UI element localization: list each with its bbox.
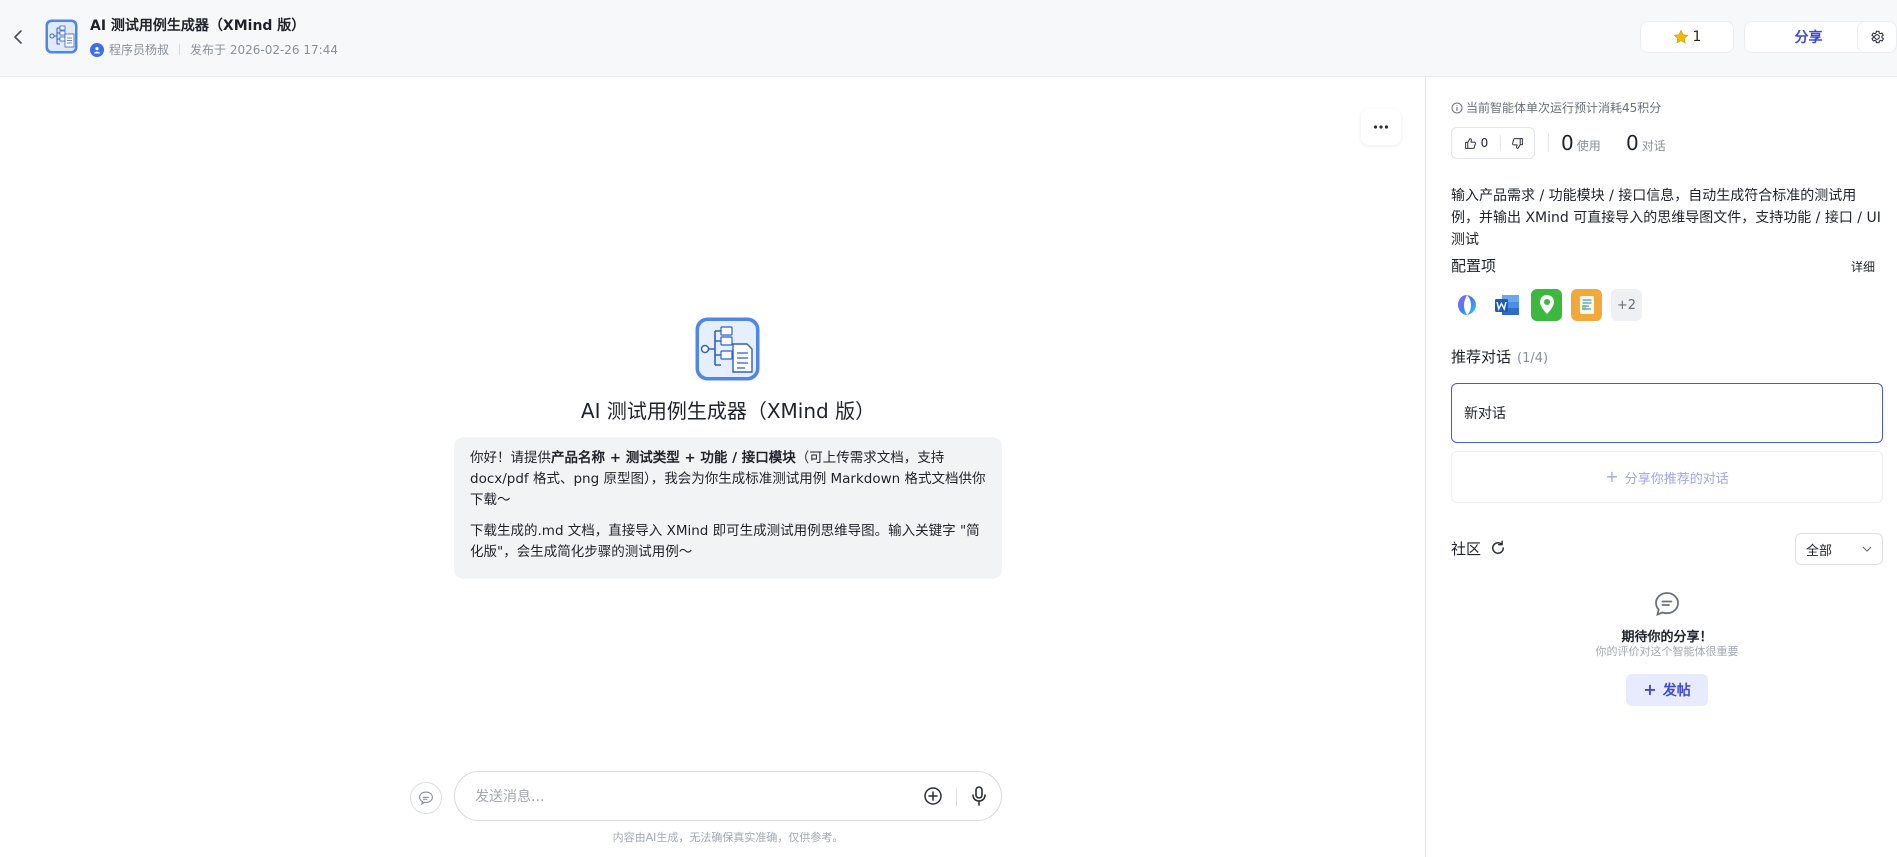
mindmap-document-icon [695, 317, 760, 381]
conversation-label: 对话 [1641, 139, 1666, 153]
share-conversation-button[interactable]: + 分享你推荐的对话 [1451, 451, 1883, 503]
plus-icon: + [1605, 467, 1619, 486]
attach-button[interactable] [923, 786, 943, 806]
share-button[interactable]: 分享 [1744, 21, 1873, 53]
filter-value: 全部 [1806, 543, 1833, 559]
new-post-label: 发帖 [1662, 683, 1691, 699]
more-horizontal-icon [1373, 125, 1389, 129]
community-title: 社区 [1451, 540, 1482, 558]
author-avatar [90, 42, 104, 57]
more-plugins-button[interactable]: +2 [1611, 289, 1642, 321]
plugin-item[interactable] [1451, 289, 1482, 321]
refresh-icon [1492, 540, 1504, 554]
thumbs-down-icon [1512, 137, 1523, 149]
empty-state-subtitle: 你的评价对这个智能体很重要 [1595, 645, 1739, 658]
notes-icon [1579, 296, 1594, 314]
plus-icon: + [1643, 680, 1657, 699]
rating-group: 0 [1451, 127, 1535, 159]
agent-name: AI 测试用例生成器（XMind 版） [580, 399, 876, 423]
chevron-left-icon [14, 30, 22, 44]
comment-icon [1653, 590, 1681, 618]
word-document-icon [1494, 295, 1519, 315]
agent-info-panel: 当前智能体单次运行预计消耗45积分 0 0 使用 0 对话 输入产品需求 / 功… [1425, 77, 1897, 857]
favorite-button[interactable]: 1 [1640, 21, 1734, 53]
like-count: 0 [1480, 136, 1489, 150]
chat-clean-icon [419, 791, 433, 806]
plugin-item[interactable] [1491, 289, 1522, 321]
star-icon [1673, 29, 1688, 44]
mindmap-document-icon [45, 19, 78, 54]
page-title: AI 测试用例生成器（XMind 版） [90, 18, 306, 34]
config-section-title: 配置项 [1451, 257, 1497, 275]
chat-area: AI 测试用例生成器（XMind 版） 你好！请提供产品名称 + 测试类型 + … [0, 77, 1425, 857]
favorite-count: 1 [1692, 29, 1702, 45]
cost-text: 当前智能体单次运行预计消耗45积分 [1466, 101, 1662, 115]
conversation-stat: 0 对话 [1626, 131, 1666, 155]
usage-label: 使用 [1576, 139, 1601, 153]
message-composer [454, 771, 1002, 821]
new-topic-button[interactable] [410, 782, 442, 814]
like-button[interactable]: 0 [1452, 128, 1500, 158]
agent-description: 输入产品需求 / 功能模块 / 接口信息，自动生成符合标准的测试用例，并输出 X… [1451, 188, 1881, 248]
dislike-button[interactable] [1501, 128, 1534, 158]
back-button[interactable] [8, 24, 28, 50]
message-input[interactable] [475, 784, 895, 810]
chevron-down-icon [1862, 546, 1872, 552]
publish-meta: 程序员杨叔 发布于 2026-02-26 17:44 [90, 41, 338, 58]
config-plugin-list: +2 [1451, 289, 1642, 321]
author-name[interactable]: 程序员杨叔 [109, 41, 169, 58]
welcome-message: 你好！请提供产品名称 + 测试类型 + 功能 / 接口模块（可上传需求文档，支持… [454, 437, 1002, 579]
welcome-bold-text: 产品名称 + 测试类型 + 功能 / 接口模块 [551, 450, 796, 466]
welcome-paragraph-1: 你好！请提供产品名称 + 测试类型 + 功能 / 接口模块（可上传需求文档，支持… [470, 448, 986, 511]
recommend-title: 推荐对话 [1451, 348, 1512, 366]
thumbs-up-icon [1464, 137, 1476, 149]
refresh-button[interactable] [1489, 539, 1507, 557]
recommend-section-title: 推荐对话 (1/4) [1451, 346, 1548, 367]
share-conversation-label: 分享你推荐的对话 [1624, 471, 1729, 487]
voice-input-button[interactable] [969, 785, 989, 807]
conversation-count: 0 [1626, 131, 1639, 155]
agent-logo [695, 317, 760, 381]
divider [179, 44, 181, 55]
gear-icon [1871, 30, 1884, 44]
community-filter-select[interactable]: 全部 [1795, 533, 1883, 565]
info-icon [1451, 102, 1463, 113]
recommend-count: (1/4) [1517, 351, 1549, 366]
agent-avatar [45, 19, 78, 54]
publish-date: 发布于 2026-02-26 17:44 [190, 43, 338, 57]
comment-bubble-icon [1655, 592, 1679, 616]
ai-model-icon [1457, 295, 1476, 315]
top-bar: AI 测试用例生成器（XMind 版） 程序员杨叔 发布于 2026-02-26… [0, 0, 1897, 77]
user-icon [94, 46, 100, 53]
usage-count: 0 [1561, 131, 1574, 155]
config-detail-link[interactable]: 详细 [1851, 258, 1875, 275]
plus-circle-icon [924, 787, 942, 805]
cost-notice: 当前智能体单次运行预计消耗45积分 [1451, 99, 1661, 116]
divider [956, 788, 957, 806]
recommended-conversation[interactable]: 新对话 [1451, 383, 1883, 443]
ai-disclaimer: 内容由AI生成，无法确保真实准确，仅供参考。 [612, 831, 844, 844]
plugin-item[interactable] [1531, 289, 1562, 321]
welcome-paragraph-2: 下载生成的.md 文档，直接导入 XMind 即可生成测试用例思维导图。输入关键… [470, 523, 980, 560]
more-options-button[interactable] [1361, 109, 1401, 145]
map-pin-icon [1539, 295, 1554, 314]
microphone-icon [972, 786, 986, 806]
welcome-text: 你好！请提供 [470, 450, 551, 466]
settings-button[interactable] [1857, 21, 1897, 53]
new-post-button[interactable]: + 发帖 [1626, 674, 1708, 706]
usage-stat: 0 使用 [1561, 131, 1601, 155]
divider [1548, 134, 1549, 152]
plugin-item[interactable] [1571, 289, 1602, 321]
